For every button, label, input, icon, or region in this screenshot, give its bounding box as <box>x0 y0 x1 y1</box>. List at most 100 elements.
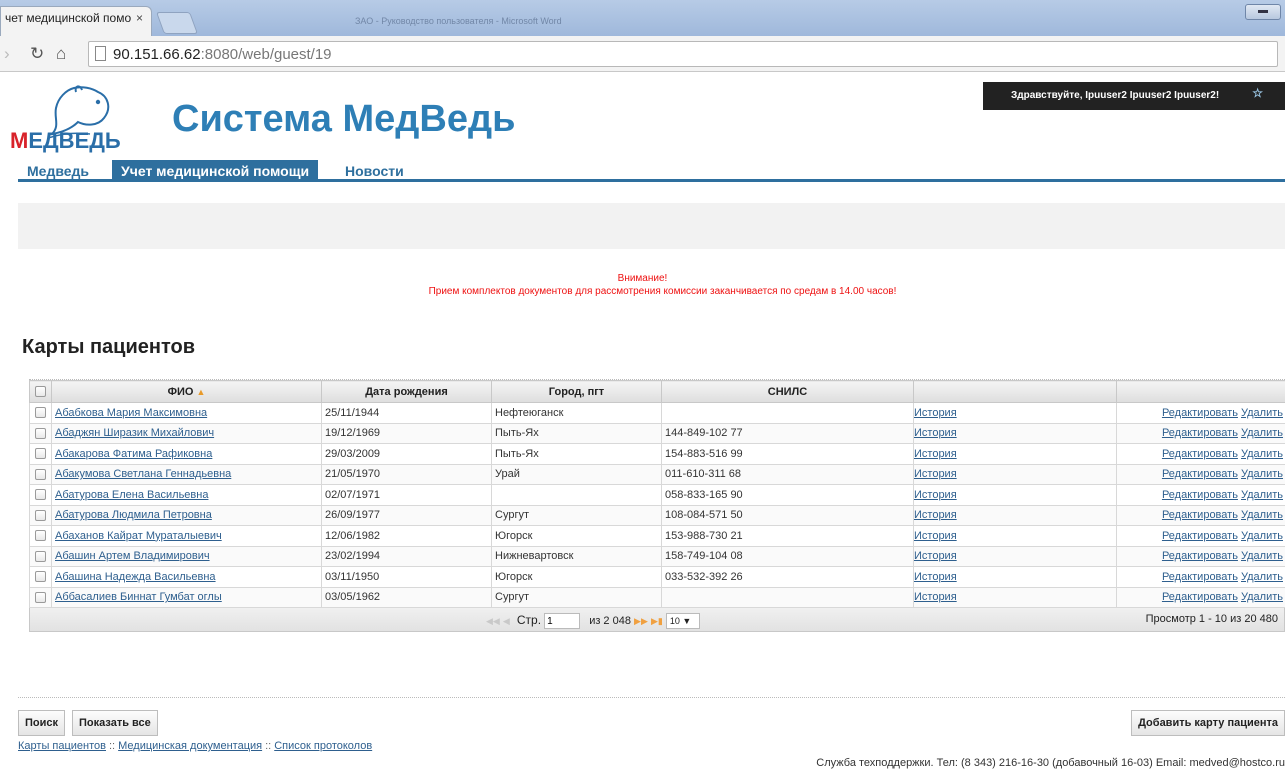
row-checkbox[interactable] <box>29 422 52 444</box>
delete-link[interactable]: Удалить <box>1241 448 1283 460</box>
row-checkbox[interactable] <box>29 402 52 424</box>
history-link[interactable]: История <box>915 489 957 501</box>
edit-link[interactable]: Редактировать <box>1162 427 1238 439</box>
cell-fio[interactable]: Аббасалиев Биннат Гумбат оглы <box>51 586 322 608</box>
menu-item-medical-care[interactable]: Учет медицинской помощи <box>112 160 319 182</box>
table-row: Абакарова Фатима Рафиковна 29/03/2009 Пыть… <box>29 443 1285 465</box>
cell-fio[interactable]: Абашин Артем Владимирович <box>51 545 322 567</box>
page-input[interactable] <box>544 613 581 630</box>
next-page-icon[interactable]: ▶▶ <box>634 616 648 626</box>
delete-link[interactable]: Удалить <box>1241 427 1283 439</box>
cell-fio[interactable]: Абакарова Фатима Рафиковна <box>51 443 322 465</box>
edit-link[interactable]: Редактировать <box>1162 509 1238 521</box>
show-all-button[interactable]: Показать все <box>72 710 158 736</box>
search-button[interactable]: Поиск <box>18 710 66 736</box>
row-checkbox[interactable] <box>29 484 52 506</box>
column-city[interactable]: Город, пгт <box>491 380 662 403</box>
history-link[interactable]: История <box>915 448 957 460</box>
history-link[interactable]: История <box>915 571 957 583</box>
history-link[interactable]: История <box>915 468 957 480</box>
cell-actions: Редактировать Удалить <box>1116 422 1285 444</box>
cell-fio[interactable]: Абашина Надежда Васильевна <box>51 566 322 588</box>
history-link[interactable]: История <box>915 427 957 439</box>
home-icon[interactable]: ⌂ <box>56 44 66 64</box>
history-link[interactable]: История <box>915 509 957 521</box>
cell-actions: Редактировать Удалить <box>1116 402 1285 424</box>
footer-link-patient-cards[interactable]: Карты пациентов <box>18 740 106 752</box>
delete-link[interactable]: Удалить <box>1241 489 1283 501</box>
edit-link[interactable]: Редактировать <box>1162 591 1238 603</box>
delete-link[interactable]: Удалить <box>1241 550 1283 562</box>
pager: ◀◀ ◀ Стр. из 2 048 ▶▶ ▶▮ 10 ▼ Просмотр 1… <box>29 608 1285 632</box>
footer-link-protocols[interactable]: Список протоколов <box>274 740 372 752</box>
page-title: Карты пациентов <box>22 336 195 358</box>
cell-fio[interactable]: Абатурова Людмила Петровна <box>51 504 322 526</box>
cell-fio[interactable]: Абакумова Светлана Геннадьевна <box>51 463 322 485</box>
new-tab-button[interactable] <box>155 12 199 34</box>
history-link[interactable]: История <box>915 407 957 419</box>
tab-close-icon[interactable]: × <box>136 7 143 29</box>
cell-fio[interactable]: Абатурова Елена Васильевна <box>51 484 322 506</box>
history-link[interactable]: История <box>915 550 957 562</box>
row-checkbox[interactable] <box>29 504 52 526</box>
select-all-checkbox[interactable] <box>29 380 52 403</box>
support-info: Служба техподдержки. Тел: (8 343) 216-16… <box>816 757 1285 769</box>
row-checkbox[interactable] <box>29 545 52 567</box>
footer-link-medical-docs[interactable]: Медицинская документация <box>118 740 262 752</box>
history-link[interactable]: История <box>915 591 957 603</box>
address-bar[interactable]: 90.151.66.62:8080/web/guest/19 <box>88 41 1278 67</box>
cell-fio[interactable]: Абаханов Кайрат Мураталыевич <box>51 525 322 547</box>
browser-toolbar: › ↻ ⌂ 90.151.66.62:8080/web/guest/19 <box>0 36 1285 72</box>
browser-tab-strip: чет медицинской помо × ЗАО - Руководство… <box>0 0 1285 36</box>
cell-dob: 29/03/2009 <box>321 443 492 465</box>
column-dob[interactable]: Дата рождения <box>321 380 492 403</box>
cell-history: История <box>913 566 1117 588</box>
edit-link[interactable]: Редактировать <box>1162 550 1238 562</box>
edit-link[interactable]: Редактировать <box>1162 530 1238 542</box>
edit-link[interactable]: Редактировать <box>1162 448 1238 460</box>
first-page-icon[interactable]: ◀◀ <box>486 616 500 626</box>
row-checkbox[interactable] <box>29 443 52 465</box>
cell-dob: 03/11/1950 <box>321 566 492 588</box>
cell-snils: 144-849-102 77 <box>661 422 914 444</box>
cell-history: История <box>913 525 1117 547</box>
forward-icon[interactable]: › <box>4 44 10 64</box>
last-page-icon[interactable]: ▶▮ <box>651 616 663 626</box>
page-count: из 2 048 <box>589 615 631 627</box>
view-summary: Просмотр 1 - 10 из 20 480 <box>1145 613 1278 625</box>
prev-page-icon[interactable]: ◀ <box>503 616 510 626</box>
edit-link[interactable]: Редактировать <box>1162 407 1238 419</box>
row-checkbox[interactable] <box>29 463 52 485</box>
row-checkbox[interactable] <box>29 586 52 608</box>
edit-link[interactable]: Редактировать <box>1162 571 1238 583</box>
row-checkbox[interactable] <box>29 566 52 588</box>
delete-link[interactable]: Удалить <box>1241 468 1283 480</box>
notice-text: Прием комплектов документов для рассмотр… <box>428 286 897 297</box>
table-row: Абашин Артем Владимирович 23/02/1994 Нижне… <box>29 545 1285 567</box>
cell-actions: Редактировать Удалить <box>1116 586 1285 608</box>
delete-link[interactable]: Удалить <box>1241 509 1283 521</box>
row-checkbox[interactable] <box>29 525 52 547</box>
cell-fio[interactable]: Абаджян Ширазик Михайлович <box>51 422 322 444</box>
cell-fio[interactable]: Абабкова Мария Максимовна <box>51 402 322 424</box>
edit-link[interactable]: Редактировать <box>1162 489 1238 501</box>
delete-link[interactable]: Удалить <box>1241 407 1283 419</box>
add-card-button[interactable]: Добавить карту пациента <box>1131 710 1285 736</box>
column-snils[interactable]: СНИЛС <box>661 380 914 403</box>
column-fio[interactable]: ФИО ▲ <box>51 380 322 403</box>
minimize-icon[interactable]: ▬ <box>1245 4 1281 20</box>
reload-icon[interactable]: ↻ <box>30 44 44 64</box>
delete-link[interactable]: Удалить <box>1241 571 1283 583</box>
history-link[interactable]: История <box>915 530 957 542</box>
cell-city: Сургут <box>491 504 662 526</box>
menu-item-news[interactable]: Новости <box>336 160 413 182</box>
per-page-select[interactable]: 10 ▼ <box>665 613 700 630</box>
menu-item-medved[interactable]: Медведь <box>18 160 98 182</box>
table-row: Абашина Надежда Васильевна 03/11/1950 Югор… <box>29 566 1285 588</box>
delete-link[interactable]: Удалить <box>1241 591 1283 603</box>
delete-link[interactable]: Удалить <box>1241 530 1283 542</box>
user-menu[interactable]: Здравствуйте, Ipuuser2 Ipuuser2 Ipuuser2… <box>983 82 1285 110</box>
browser-tab[interactable]: чет медицинской помо × <box>0 6 152 36</box>
user-menu-chevron-icon[interactable]: ☆ <box>1252 86 1263 100</box>
edit-link[interactable]: Редактировать <box>1162 468 1238 480</box>
